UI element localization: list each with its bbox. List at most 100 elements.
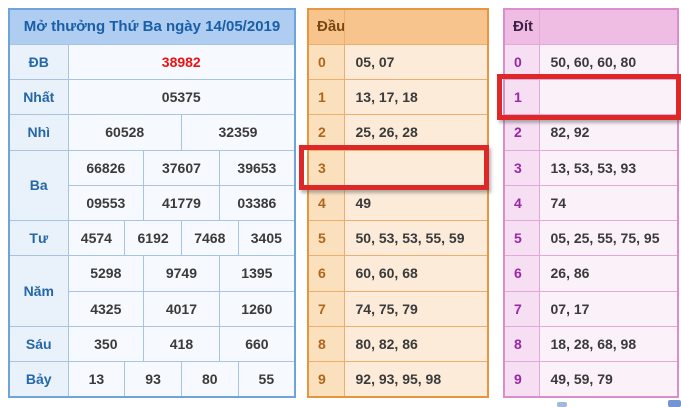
table-row: 7 74, 75, 79 (307, 290, 489, 327)
prize-table: Mở thưởng Thứ Ba ngày 14/05/2019 ĐB 3898… (8, 8, 296, 398)
digit-key-cell: 5 (503, 220, 540, 257)
special-prize-value: 38982 (67, 43, 296, 81)
prize-value-cell: 418 (143, 325, 220, 363)
digit-key-cell: 1 (307, 79, 345, 116)
table-row: 5 05, 25, 55, 75, 95 (503, 220, 679, 257)
prize-value-cell: 5298 (67, 255, 145, 292)
prize-value-cell: 6192 (124, 220, 182, 257)
table-row: 3 13, 53, 53, 93 (503, 149, 679, 186)
prize-value-cell: 41779 (143, 184, 220, 222)
digit-key-cell: 8 (503, 325, 540, 363)
digit-key-cell: 4 (503, 184, 540, 222)
digit-values-cell: 13, 53, 53, 93 (538, 149, 679, 186)
prize-value-cell: 39653 (218, 149, 296, 186)
prize-value-cell: 4574 (67, 220, 126, 257)
prize-row-label: ĐB (8, 43, 69, 81)
digit-values-cell: 80, 82, 86 (343, 325, 489, 363)
prize-row-label: Sáu (8, 325, 69, 363)
prize-row-label: Nhì (8, 114, 69, 151)
digit-values-cell: 92, 93, 95, 98 (343, 361, 489, 398)
digit-values-cell: 74, 75, 79 (343, 290, 489, 327)
digit-values-cell: 18, 28, 68, 98 (538, 325, 679, 363)
prize-value-cell: 7468 (180, 220, 239, 257)
digit-key-cell: 9 (307, 361, 345, 398)
dit-header-spacer (538, 8, 679, 45)
highlight-box-dit-1 (497, 74, 681, 120)
digit-values-cell: 60, 60, 68 (343, 255, 489, 292)
table-row: 5 50, 53, 53, 55, 59 (307, 220, 489, 257)
digit-key-cell: 5 (307, 220, 345, 257)
digit-key-cell: 7 (307, 290, 345, 327)
digit-key-cell: 9 (503, 361, 540, 398)
table-row: 9 92, 93, 95, 98 (307, 361, 489, 398)
table-row: Sáu 350 418 660 (8, 325, 296, 363)
prize-value-cell: 9749 (143, 255, 220, 292)
digit-values-cell: 49, 59, 79 (538, 361, 679, 398)
prize-value-cell: 09553 (67, 184, 145, 222)
table-row: 1 13, 17, 18 (307, 79, 489, 116)
table-row: 6 60, 60, 68 (307, 255, 489, 292)
table-row: Năm 5298 9749 1395 (8, 255, 296, 327)
prize-value-cell: 660 (218, 325, 296, 363)
prize-value-cell: 37607 (143, 149, 220, 186)
digit-key-cell: 3 (503, 149, 540, 186)
digit-values-cell: 05, 07 (343, 43, 489, 81)
digit-key-cell: 6 (307, 255, 345, 292)
prize-value-cell: 4017 (143, 290, 220, 327)
digit-key-cell: 2 (503, 114, 540, 151)
table-row: 9 49, 59, 79 (503, 361, 679, 398)
prize-value-cell: 03386 (218, 184, 296, 222)
table-row: 0 05, 07 (307, 43, 489, 81)
digit-values-cell: 49 (343, 184, 489, 222)
digit-values-cell: 82, 92 (538, 114, 679, 151)
prize-value-cell: 93 (124, 361, 182, 398)
digit-values-cell: 74 (538, 184, 679, 222)
table-row: 8 80, 82, 86 (307, 325, 489, 363)
prize-value-cell: 1260 (218, 290, 296, 327)
digit-values-cell: 26, 86 (538, 255, 679, 292)
digit-key-cell: 4 (307, 184, 345, 222)
lottery-results-panel: Mở thưởng Thứ Ba ngày 14/05/2019 ĐB 3898… (0, 0, 681, 407)
prize-row-label: Tư (8, 220, 69, 257)
prize-row-label: Ba (8, 149, 69, 222)
dit-table: Đít 0 50, 60, 60, 80 1 2 82, 92 3 13, 53, 5… (503, 8, 679, 398)
table-row: 4 49 (307, 184, 489, 222)
table-row: 7 07, 17 (503, 290, 679, 327)
digit-values-cell: 05, 25, 55, 75, 95 (538, 220, 679, 257)
highlight-box-dau-3 (299, 145, 489, 190)
table-row: Nhất 05375 (8, 79, 296, 116)
dit-header: Đít (503, 8, 540, 45)
table-row: ĐB 38982 (8, 43, 296, 81)
cutoff-text-artifact (557, 402, 567, 407)
prize-row-label: Năm (8, 255, 69, 327)
table-row: Mở thưởng Thứ Ba ngày 14/05/2019 (8, 8, 296, 45)
table-row: 4 74 (503, 184, 679, 222)
cutoff-text-artifact (668, 400, 681, 407)
prize-value-cell: 3405 (237, 220, 296, 257)
draw-title: Mở thưởng Thứ Ba ngày 14/05/2019 (8, 8, 296, 45)
digit-key-cell: 6 (503, 255, 540, 292)
prize-value-cell: 05375 (67, 79, 296, 116)
prize-value-cell: 66826 (67, 149, 145, 186)
table-row: Đít (503, 8, 679, 45)
prize-value-cell: 32359 (180, 114, 296, 151)
table-row: 2 82, 92 (503, 114, 679, 151)
prize-row-label: Nhất (8, 79, 69, 116)
table-row: 6 26, 86 (503, 255, 679, 292)
digit-key-cell: 0 (307, 43, 345, 81)
table-row: Đầu (307, 8, 489, 45)
digit-values-cell: 13, 17, 18 (343, 79, 489, 116)
prize-value-cell: 13 (67, 361, 126, 398)
prize-value-cell: 350 (67, 325, 145, 363)
dau-header: Đầu (307, 8, 345, 45)
table-row: Nhì 60528 32359 (8, 114, 296, 151)
prize-row-label: Bảy (8, 361, 69, 398)
dau-header-spacer (343, 8, 489, 45)
prize-value-cell: 4325 (67, 290, 145, 327)
table-row: 8 18, 28, 68, 98 (503, 325, 679, 363)
digit-values-cell: 50, 53, 53, 55, 59 (343, 220, 489, 257)
table-row: Ba 66826 37607 39653 (8, 149, 296, 222)
prize-value-cell: 60528 (67, 114, 182, 151)
digit-key-cell: 7 (503, 290, 540, 327)
table-row: Tư 4574 6192 7468 3405 (8, 220, 296, 257)
